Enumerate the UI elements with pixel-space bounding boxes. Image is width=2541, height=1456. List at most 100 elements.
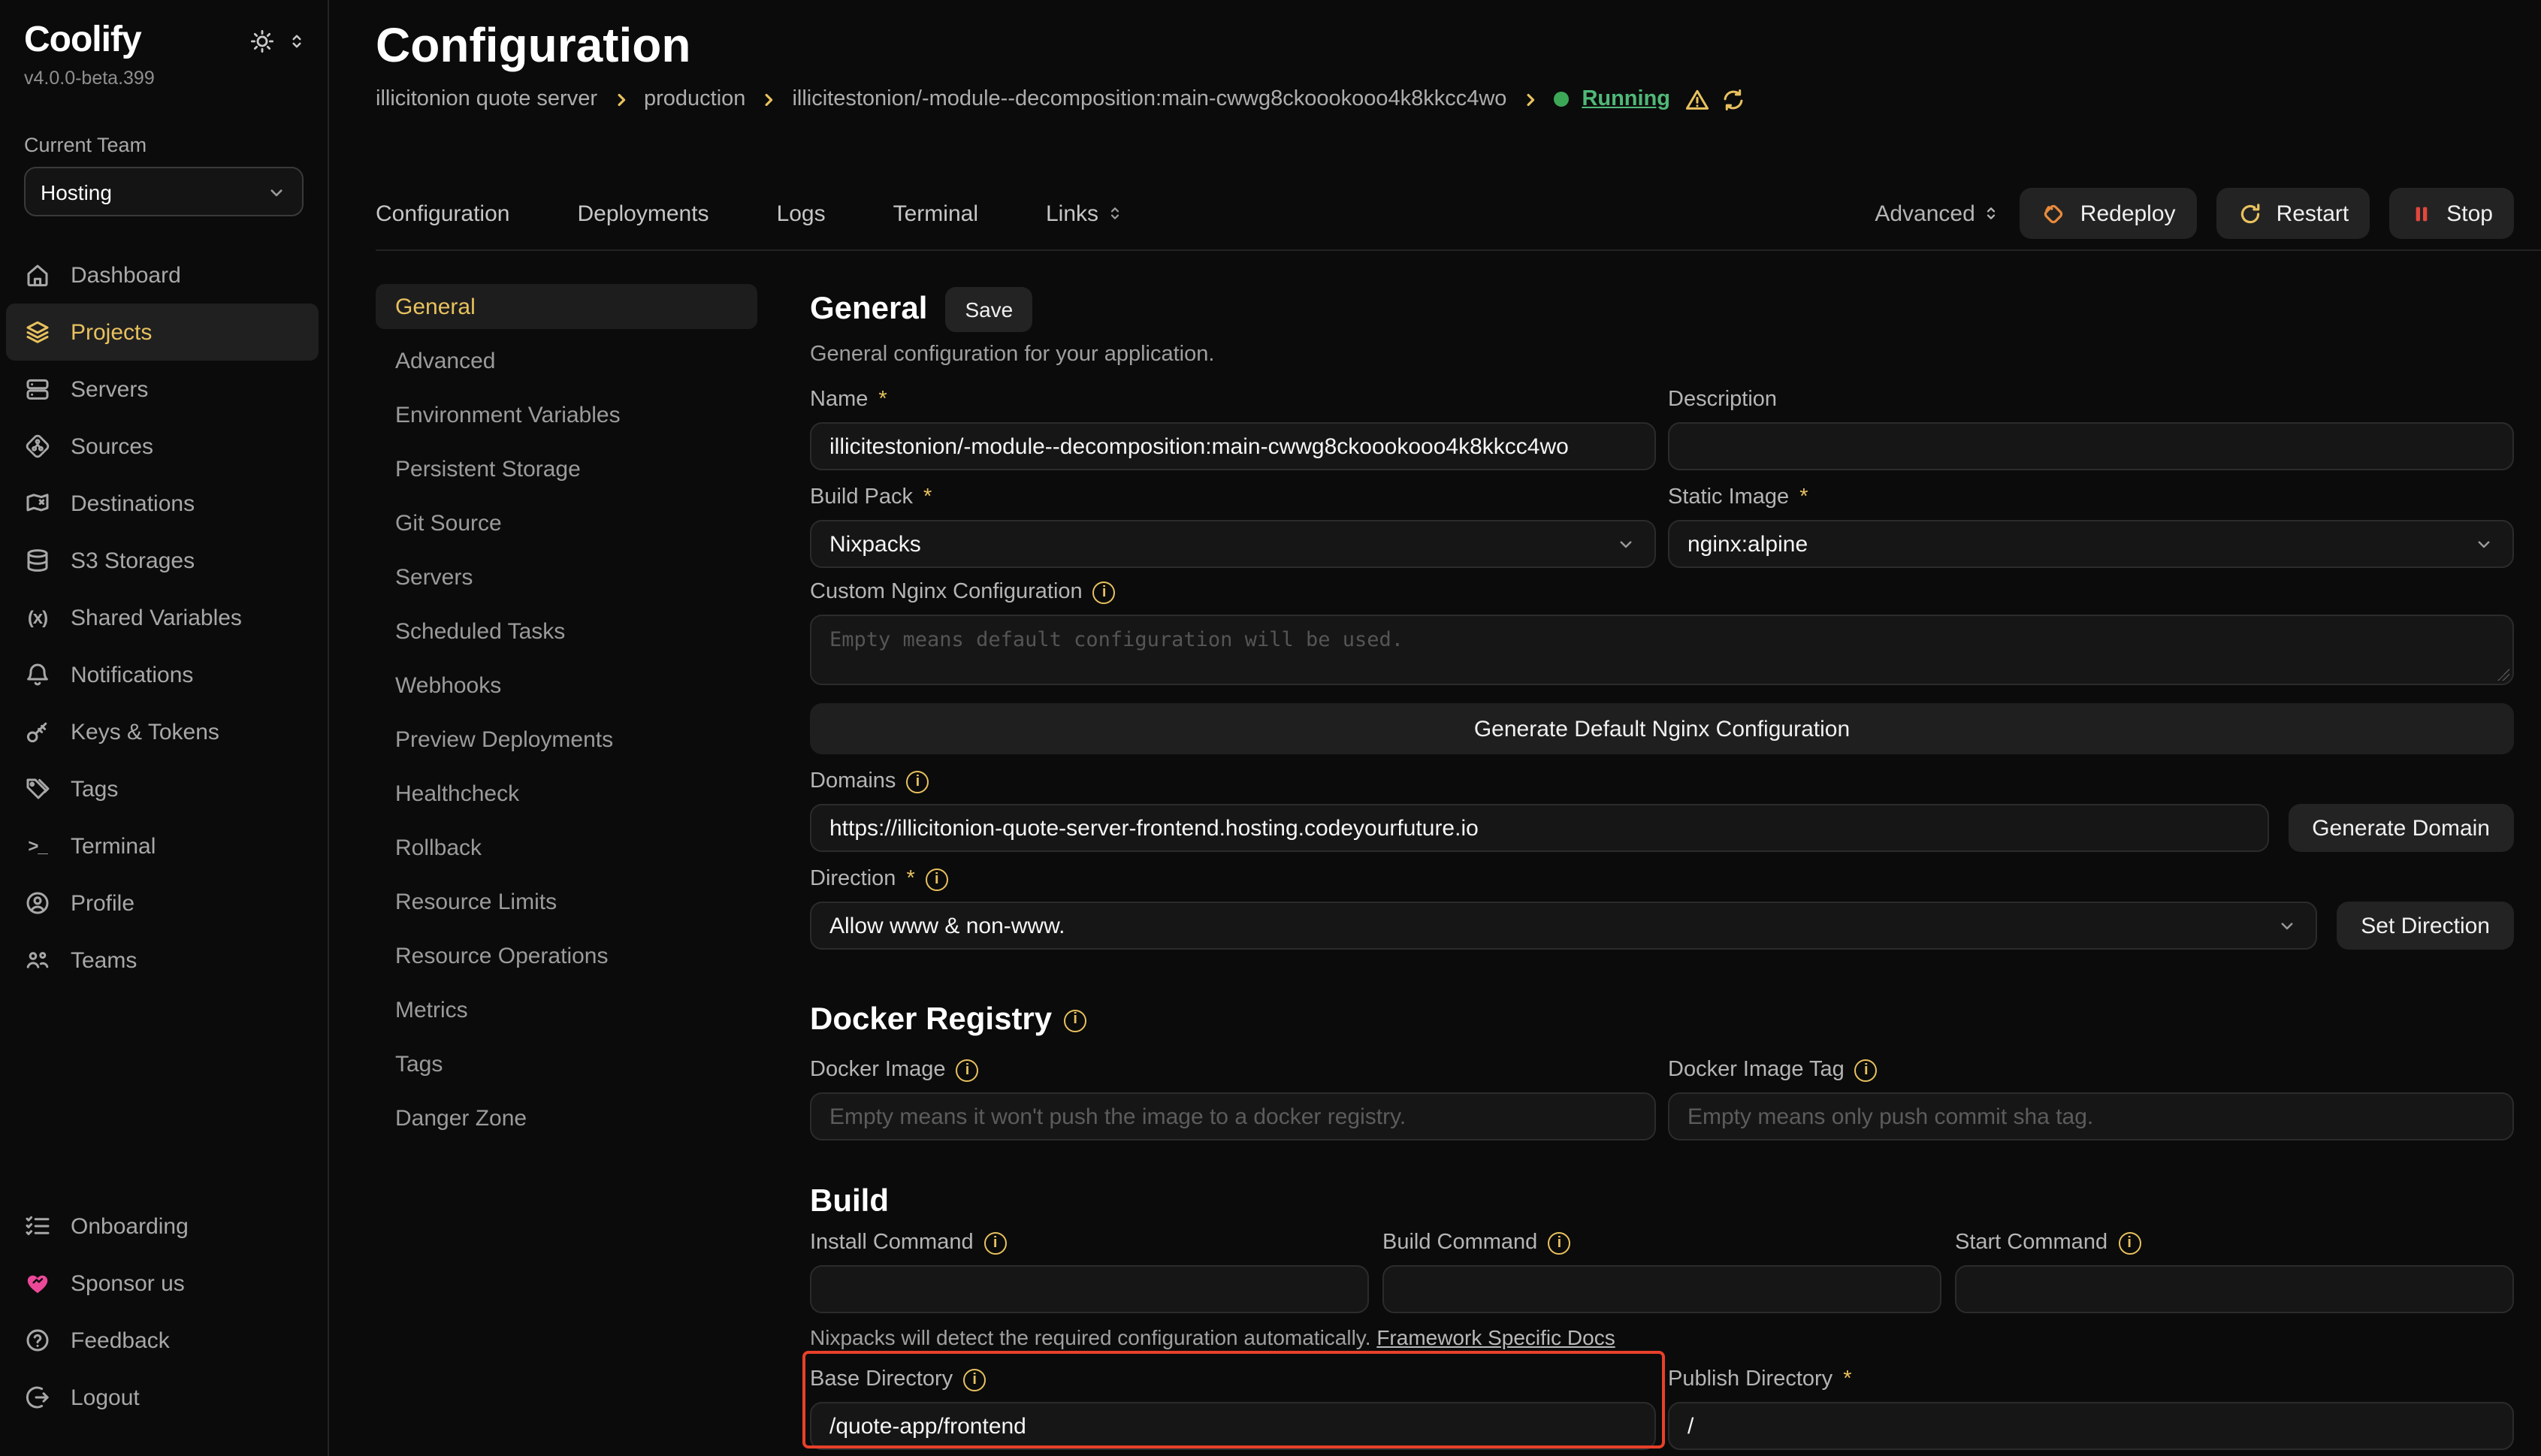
sidebar-item-destinations[interactable]: Destinations (6, 475, 319, 532)
description-input[interactable] (1668, 422, 2514, 470)
chevron-down-icon (266, 181, 287, 202)
publish-directory-label: Publish Directory (1668, 1367, 1832, 1391)
sidebar-item-sources[interactable]: Sources (6, 418, 319, 475)
tab-terminal[interactable]: Terminal (893, 201, 978, 226)
breadcrumb-project[interactable]: illicitonion quote server (376, 87, 597, 111)
heart-hands-icon (24, 1270, 51, 1297)
build-pack-select[interactable]: Nixpacks (810, 520, 1656, 568)
tab-logs[interactable]: Logs (777, 201, 826, 226)
sidebar-item-notifications[interactable]: Notifications (6, 646, 319, 703)
subnav-item-resource-operations[interactable]: Resource Operations (376, 933, 757, 978)
subnav-item-git-source[interactable]: Git Source (376, 500, 757, 545)
info-icon[interactable]: i (2118, 1231, 2141, 1254)
subnav-item-persistent-storage[interactable]: Persistent Storage (376, 446, 757, 491)
subnav-item-metrics[interactable]: Metrics (376, 987, 757, 1032)
tab-links[interactable]: Links (1046, 201, 1124, 226)
sidebar-item-label: Dashboard (71, 262, 181, 288)
base-directory-label: Base Directory (810, 1367, 953, 1391)
sidebar-item-teams[interactable]: Teams (6, 932, 319, 989)
refresh-icon[interactable] (1720, 86, 1745, 112)
restart-button[interactable]: Restart (2216, 188, 2370, 239)
advanced-dropdown[interactable]: Advanced (1875, 201, 2000, 226)
sidebar-item-sponsor-us[interactable]: Sponsor us (6, 1255, 319, 1312)
shared-variables-icon: (x) (24, 604, 51, 631)
sidebar-item-logout[interactable]: Logout (6, 1369, 319, 1426)
checklist-icon (24, 1213, 51, 1240)
section-subtitle: General configuration for your applicati… (810, 343, 2514, 367)
warning-triangle-icon[interactable] (1684, 86, 1709, 112)
subnav-item-advanced[interactable]: Advanced (376, 338, 757, 383)
subnav-item-preview-deployments[interactable]: Preview Deployments (376, 717, 757, 762)
install-command-input[interactable] (810, 1265, 1369, 1313)
install-command-label: Install Command (810, 1231, 974, 1255)
generate-domain-button[interactable]: Generate Domain (2288, 804, 2514, 852)
breadcrumb-environment[interactable]: production (644, 87, 745, 111)
info-icon[interactable]: i (926, 868, 948, 890)
info-icon[interactable]: i (1093, 581, 1116, 603)
theme-sun-icon[interactable] (249, 28, 275, 53)
sidebar-item-profile[interactable]: Profile (6, 875, 319, 932)
sidebar-item-s3-storages[interactable]: S3 Storages (6, 532, 319, 589)
toolbar: Configuration Deployments Logs Terminal … (376, 177, 2541, 251)
domains-input[interactable] (810, 804, 2268, 852)
description-label: Description (1668, 388, 1777, 412)
sidebar-item-tags[interactable]: Tags (6, 760, 319, 817)
docker-image-input[interactable] (810, 1092, 1656, 1140)
name-input[interactable] (810, 422, 1656, 470)
framework-docs-link[interactable]: Framework Specific Docs (1376, 1325, 1615, 1349)
subnav-item-general[interactable]: General (376, 284, 757, 329)
docker-registry-title: Docker Registryi (810, 1001, 2514, 1040)
info-icon[interactable]: i (906, 770, 929, 793)
breadcrumb-application[interactable]: illicitestonion/-module--decomposition:m… (792, 87, 1506, 111)
info-icon[interactable]: i (963, 1368, 986, 1391)
publish-directory-input[interactable] (1668, 1402, 2514, 1450)
chevron-right-icon (1520, 89, 1539, 109)
direction-select[interactable]: Allow www & non-www. (810, 902, 2317, 950)
set-direction-button[interactable]: Set Direction (2337, 902, 2514, 950)
build-pack-field: Build Pack* Nixpacks (810, 485, 1656, 568)
team-select[interactable]: Hosting (24, 167, 304, 216)
redeploy-button[interactable]: Redeploy (2020, 188, 2197, 239)
subnav-item-rollback[interactable]: Rollback (376, 825, 757, 870)
subnav-item-tags[interactable]: Tags (376, 1041, 757, 1086)
save-button[interactable]: Save (945, 287, 1032, 332)
start-command-input[interactable] (1955, 1265, 2514, 1313)
static-image-label: Static Image (1668, 485, 1789, 509)
subnav-item-environment-variables[interactable]: Environment Variables (376, 392, 757, 437)
sidebar-item-servers[interactable]: Servers (6, 361, 319, 418)
sidebar-item-shared-variables[interactable]: (x) Shared Variables (6, 589, 319, 646)
sidebar-item-dashboard[interactable]: Dashboard (6, 246, 319, 304)
sidebar-item-projects[interactable]: Projects (6, 304, 319, 361)
info-icon[interactable]: i (984, 1231, 1007, 1254)
subnav-item-scheduled-tasks[interactable]: Scheduled Tasks (376, 609, 757, 654)
home-icon (24, 261, 51, 288)
info-icon[interactable]: i (956, 1059, 979, 1081)
tab-configuration[interactable]: Configuration (376, 201, 509, 226)
base-directory-field: Base Directory i (810, 1367, 1656, 1450)
sidebar-item-feedback[interactable]: Feedback (6, 1312, 319, 1369)
generate-nginx-button[interactable]: Generate Default Nginx Configuration (810, 703, 2514, 754)
custom-nginx-textarea[interactable] (810, 615, 2514, 685)
subnav-item-webhooks[interactable]: Webhooks (376, 663, 757, 708)
sidebar-item-label: Keys & Tokens (71, 719, 219, 745)
help-circle-icon (24, 1327, 51, 1354)
chevron-right-icon (759, 89, 778, 109)
sidebar-item-onboarding[interactable]: Onboarding (6, 1198, 319, 1255)
sidebar-item-terminal[interactable]: >_ Terminal (6, 817, 319, 875)
static-image-select[interactable]: nginx:alpine (1668, 520, 2514, 568)
subnav-item-resource-limits[interactable]: Resource Limits (376, 879, 757, 924)
info-icon[interactable]: i (1064, 1009, 1086, 1032)
build-command-input[interactable] (1382, 1265, 1941, 1313)
subnav-item-servers[interactable]: Servers (376, 554, 757, 600)
tab-deployments[interactable]: Deployments (577, 201, 709, 226)
sidebar-item-keys-tokens[interactable]: Keys & Tokens (6, 703, 319, 760)
stop-button[interactable]: Stop (2389, 188, 2514, 239)
subnav-item-healthcheck[interactable]: Healthcheck (376, 771, 757, 816)
status-link[interactable]: Running (1582, 87, 1670, 111)
docker-image-tag-input[interactable] (1668, 1092, 2514, 1140)
theme-switcher-chevrons-icon[interactable] (287, 31, 307, 50)
info-icon[interactable]: i (1548, 1231, 1570, 1254)
base-directory-input[interactable] (810, 1402, 1656, 1450)
subnav-item-danger-zone[interactable]: Danger Zone (376, 1095, 757, 1140)
info-icon[interactable]: i (1855, 1059, 1878, 1081)
